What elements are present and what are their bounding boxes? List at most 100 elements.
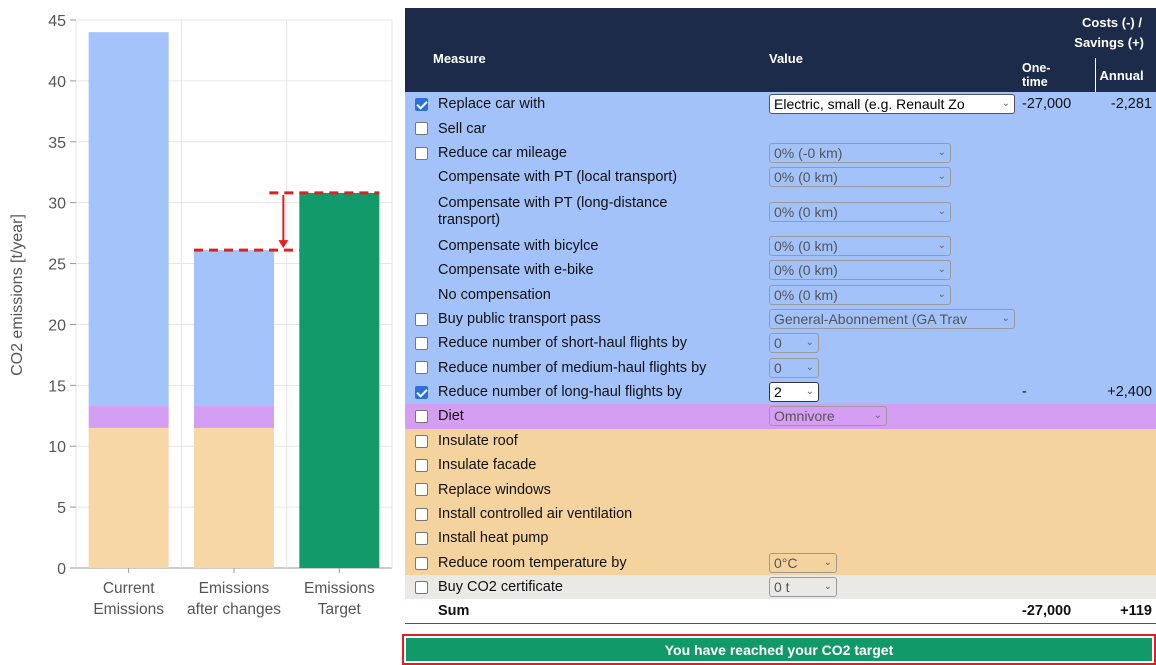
value-cell: 0% (0 km) ⌄ xyxy=(765,233,1018,258)
value-select-text: 0 xyxy=(774,359,782,376)
value-cell: 2 ⌄ xyxy=(765,379,1018,405)
checkbox-icon[interactable] xyxy=(415,361,428,375)
annual-cost xyxy=(1095,140,1156,166)
value-select[interactable]: 0°C ⌄ xyxy=(769,552,837,573)
onetime-cost xyxy=(1018,116,1095,141)
sum-annual: +119 xyxy=(1095,599,1156,625)
value-select-text: 0% (0 km) xyxy=(774,203,838,220)
measure-label: Diet xyxy=(438,408,464,425)
checkbox-icon[interactable] xyxy=(415,580,428,594)
annual-cost xyxy=(1095,428,1156,454)
chevron-down-icon: ⌄ xyxy=(937,171,946,183)
chevron-down-icon: ⌄ xyxy=(823,581,832,593)
value-select-text: 0°C xyxy=(774,554,798,571)
value-select-text: 0% (0 km) xyxy=(774,237,838,254)
y-tick-label: 0 xyxy=(57,561,66,578)
header-value-label: Value xyxy=(769,50,803,66)
value-select[interactable]: 0% (0 km) ⌄ xyxy=(769,235,951,256)
value-select[interactable]: Omnivore ⌄ xyxy=(769,406,887,427)
value-select-text: 0% (0 km) xyxy=(774,286,838,303)
checkbox-icon[interactable] xyxy=(415,122,428,136)
checkbox-icon[interactable] xyxy=(415,410,428,424)
value-select[interactable]: 0% (0 km) ⌄ xyxy=(769,167,951,188)
chart-bars xyxy=(88,32,380,568)
value-cell: 0 ⌄ xyxy=(765,331,1018,356)
measure-cell: Reduce car mileage xyxy=(405,140,765,166)
bar-segment xyxy=(299,192,380,568)
header-onetime-line2: time xyxy=(1022,75,1048,89)
bar-segment xyxy=(88,32,169,407)
chevron-down-icon: ⌄ xyxy=(937,288,946,300)
header-annual: Annual xyxy=(1094,58,1156,92)
measure-cell: Install controlled air ventilation xyxy=(405,501,765,527)
value-select[interactable]: 0% (-0 km) ⌄ xyxy=(769,142,951,163)
measure-label: Compensate with e-bike xyxy=(438,262,594,279)
onetime-cost xyxy=(1018,306,1095,332)
value-cell xyxy=(765,116,1018,141)
checkbox-icon[interactable] xyxy=(415,146,428,160)
measure-label: Install heat pump xyxy=(438,530,549,547)
sum-row: Sum -27,000 +119 xyxy=(405,599,1156,625)
checkbox-icon[interactable] xyxy=(415,97,428,111)
checkbox-icon[interactable] xyxy=(415,434,428,448)
y-axis-label: CO2 emissions [t/year] xyxy=(9,214,26,376)
value-select[interactable]: 0 ⌄ xyxy=(769,333,819,354)
chevron-down-icon: ⌄ xyxy=(873,410,882,422)
value-select[interactable]: 0 ⌄ xyxy=(769,357,819,378)
annual-cost xyxy=(1095,165,1156,190)
x-tick-label: after changes xyxy=(187,601,281,618)
checkbox-icon[interactable] xyxy=(415,312,428,326)
measure-label: Replace car with xyxy=(438,96,546,113)
measure-cell: Insulate facade xyxy=(405,453,765,478)
header-costs-line2: Savings (+) xyxy=(1074,35,1144,50)
checkbox-icon[interactable] xyxy=(415,336,428,350)
checkbox-icon[interactable] xyxy=(415,458,428,472)
checkbox-icon[interactable] xyxy=(415,556,428,570)
onetime-cost xyxy=(1018,477,1095,502)
measure-row: Insulate roof xyxy=(405,428,1156,454)
annual-cost xyxy=(1095,575,1156,600)
onetime-cost xyxy=(1018,575,1095,600)
checkbox-icon[interactable] xyxy=(415,483,428,497)
value-cell: 0% (0 km) ⌄ xyxy=(765,282,1018,307)
value-select[interactable]: Electric, small (e.g. Renault Zo ⌄ xyxy=(769,94,1015,115)
value-select[interactable]: 0% (0 km) ⌄ xyxy=(769,260,951,281)
annual-cost xyxy=(1095,501,1156,527)
measure-label: Reduce room temperature by xyxy=(438,554,627,571)
checkbox-icon[interactable] xyxy=(415,385,428,399)
value-cell xyxy=(765,453,1018,478)
checkbox-icon[interactable] xyxy=(415,532,428,546)
measure-row: Replace car with Electric, small (e.g. Re… xyxy=(405,92,1156,117)
bar-segment xyxy=(194,406,274,428)
sum-label: Sum xyxy=(405,599,765,625)
onetime-cost xyxy=(1018,257,1095,283)
measure-cell: Insulate roof xyxy=(405,428,765,454)
chevron-down-icon: ⌄ xyxy=(805,337,814,349)
sum-onetime: -27,000 xyxy=(1018,599,1095,625)
value-select[interactable]: 0% (0 km) ⌄ xyxy=(769,201,951,222)
value-select[interactable]: 0% (0 km) ⌄ xyxy=(769,284,951,305)
measure-label: Reduce number of long-haul flights by xyxy=(438,384,683,401)
measure-cell: No compensation xyxy=(405,282,765,307)
checkbox-icon[interactable] xyxy=(415,507,428,521)
measure-row: Compensate with PT (local transport) 0% (… xyxy=(405,165,1156,190)
measure-row: Compensate with PT (long-distance transp… xyxy=(405,189,1156,234)
measure-row: Compensate with e-bike 0% (0 km) ⌄ xyxy=(405,257,1156,283)
measure-row: Compensate with bicylce 0% (0 km) ⌄ xyxy=(405,233,1156,258)
annual-cost xyxy=(1095,526,1156,551)
value-select[interactable]: 2 ⌄ xyxy=(769,382,819,403)
annual-cost xyxy=(1095,282,1156,307)
value-select[interactable]: 0 t ⌄ xyxy=(769,577,837,598)
value-cell xyxy=(765,501,1018,527)
value-cell: 0 ⌄ xyxy=(765,355,1018,380)
measure-cell: Compensate with bicylce xyxy=(405,233,765,258)
measure-row: Replace windows xyxy=(405,477,1156,502)
onetime-cost xyxy=(1018,526,1095,551)
measure-cell: Replace car with xyxy=(405,92,765,117)
y-tick-label: 40 xyxy=(48,74,66,91)
onetime-cost xyxy=(1018,404,1095,429)
annual-cost xyxy=(1095,331,1156,356)
chevron-down-icon: ⌄ xyxy=(805,386,814,398)
value-select[interactable]: General-Abonnement (GA Trav ⌄ xyxy=(769,308,1015,329)
onetime-cost xyxy=(1018,453,1095,478)
